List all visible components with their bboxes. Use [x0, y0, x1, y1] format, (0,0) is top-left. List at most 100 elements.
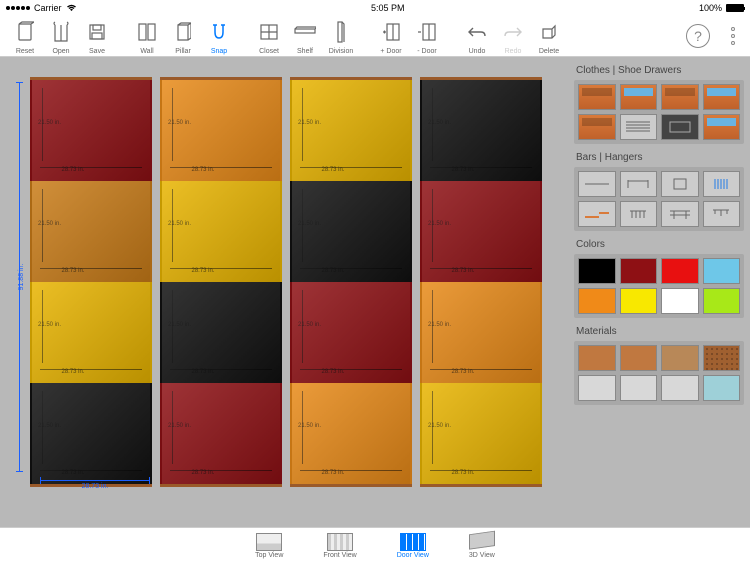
closet[interactable]: 21.50 in. 28.73 in. 21.50 in. 28.73 in. … — [30, 77, 560, 487]
door-panel[interactable]: 21.50 in. 28.73 in. — [160, 383, 282, 484]
front-view-icon — [327, 533, 353, 551]
door-width-label: 28.73 in. — [192, 268, 215, 274]
pillar-button[interactable]: Pillar — [166, 17, 200, 55]
door-width-label: 28.73 in. — [322, 268, 345, 274]
closet-button[interactable]: Closet — [252, 17, 286, 55]
door-height-label: 21.50 in. — [298, 221, 321, 227]
help-button[interactable]: ? — [686, 24, 710, 48]
shelf-button[interactable]: Shelf — [288, 17, 322, 55]
color-swatch[interactable] — [620, 258, 658, 284]
closet-column[interactable]: 21.50 in. 28.73 in. 21.50 in. 28.73 in. … — [420, 77, 542, 487]
material-swatch[interactable] — [620, 375, 658, 401]
door-panel[interactable]: 21.50 in. 28.73 in. — [30, 181, 152, 282]
bar-item[interactable] — [661, 201, 699, 227]
carrier-label: Carrier — [34, 3, 62, 13]
door-panel[interactable]: 21.50 in. 28.73 in. — [420, 282, 542, 383]
drawer-item[interactable] — [703, 84, 741, 110]
snap-button[interactable]: Snap — [202, 17, 236, 55]
bar-item[interactable] — [578, 171, 616, 197]
material-swatch[interactable] — [661, 345, 699, 371]
color-swatch[interactable] — [661, 288, 699, 314]
door-panel[interactable]: 21.50 in. 28.73 in. — [290, 80, 412, 181]
door-view-button[interactable]: Door View — [397, 533, 429, 559]
bar-item[interactable] — [620, 171, 658, 197]
3d-view-button[interactable]: 3D View — [469, 533, 495, 559]
wifi-icon — [66, 4, 77, 12]
wall-button[interactable]: Wall — [130, 17, 164, 55]
door-panel[interactable]: 21.50 in. 28.73 in. — [290, 383, 412, 484]
top-view-button[interactable]: Top View — [255, 533, 283, 559]
door-width-label: 28.73 in. — [192, 470, 215, 476]
bar-item[interactable] — [620, 201, 658, 227]
color-swatch[interactable] — [703, 258, 741, 284]
door-panel[interactable]: 21.50 in. 28.73 in. — [160, 282, 282, 383]
battery-icon — [726, 4, 744, 12]
color-swatch[interactable] — [578, 288, 616, 314]
bars-section-title: Bars | Hangers — [574, 148, 744, 167]
closet-column[interactable]: 21.50 in. 28.73 in. 21.50 in. 28.73 in. … — [160, 77, 282, 487]
bar-item[interactable] — [703, 171, 741, 197]
drawer-item[interactable] — [620, 114, 658, 140]
color-swatch[interactable] — [578, 258, 616, 284]
door-panel[interactable]: 21.50 in. 28.73 in. — [420, 80, 542, 181]
door-width-label: 28.73 in. — [192, 369, 215, 375]
canvas[interactable]: 91.88 in. 21.50 in. 28.73 in. 21.50 in. … — [0, 57, 570, 527]
door-panel[interactable]: 21.50 in. 28.73 in. — [30, 80, 152, 181]
material-swatch[interactable] — [703, 375, 741, 401]
door-panel[interactable]: 21.50 in. 28.73 in. — [30, 282, 152, 383]
door-height-label: 21.50 in. — [428, 120, 451, 126]
door-panel[interactable]: 21.50 in. 28.73 in. — [160, 80, 282, 181]
clock: 5:05 PM — [371, 3, 405, 13]
bar-item[interactable] — [578, 201, 616, 227]
drawer-item[interactable] — [661, 84, 699, 110]
door-height-label: 21.50 in. — [428, 423, 451, 429]
drawer-item[interactable] — [578, 84, 616, 110]
division-button[interactable]: Division — [324, 17, 358, 55]
bar-item[interactable] — [661, 171, 699, 197]
door-height-label: 21.50 in. — [298, 423, 321, 429]
door-width-label: 28.73 in. — [452, 167, 475, 173]
door-width-label: 28.73 in. — [452, 268, 475, 274]
drawer-item[interactable] — [703, 114, 741, 140]
front-view-button[interactable]: Front View — [323, 533, 356, 559]
door-width-label: 28.73 in. — [322, 470, 345, 476]
redo-button[interactable]: Redo — [496, 17, 530, 55]
door-panel[interactable]: 21.50 in. 28.73 in. — [420, 383, 542, 484]
drawer-item[interactable] — [620, 84, 658, 110]
color-swatch[interactable] — [661, 258, 699, 284]
plus-door-button[interactable]: + Door — [374, 17, 408, 55]
door-width-label: 28.73 in. — [192, 167, 215, 173]
door-height-label: 21.50 in. — [38, 423, 61, 429]
door-panel[interactable]: 21.50 in. 28.73 in. — [290, 181, 412, 282]
reset-button[interactable]: Reset — [8, 17, 42, 55]
undo-button[interactable]: Undo — [460, 17, 494, 55]
door-panel[interactable]: 21.50 in. 28.73 in. — [420, 181, 542, 282]
material-swatch[interactable] — [661, 375, 699, 401]
color-swatch[interactable] — [620, 288, 658, 314]
drawer-item[interactable] — [661, 114, 699, 140]
material-swatch[interactable] — [578, 375, 616, 401]
main-area: 91.88 in. 21.50 in. 28.73 in. 21.50 in. … — [0, 57, 750, 527]
material-swatch[interactable] — [620, 345, 658, 371]
color-swatch[interactable] — [703, 288, 741, 314]
bars-grid — [574, 167, 744, 231]
closet-column[interactable]: 21.50 in. 28.73 in. 21.50 in. 28.73 in. … — [290, 77, 412, 487]
top-view-icon — [256, 533, 282, 551]
width-dimension: 28.73 in. — [40, 475, 150, 487]
minus-door-button[interactable]: - Door — [410, 17, 444, 55]
closet-column[interactable]: 21.50 in. 28.73 in. 21.50 in. 28.73 in. … — [30, 77, 152, 487]
delete-button[interactable]: Delete — [532, 17, 566, 55]
door-panel[interactable]: 21.50 in. 28.73 in. — [290, 282, 412, 383]
door-panel[interactable]: 21.50 in. 28.73 in. — [160, 181, 282, 282]
door-width-label: 28.73 in. — [322, 369, 345, 375]
material-swatch[interactable] — [703, 345, 741, 371]
open-button[interactable]: Open — [44, 17, 78, 55]
materials-grid — [574, 341, 744, 405]
drawer-item[interactable] — [578, 114, 616, 140]
bar-item[interactable] — [703, 201, 741, 227]
door-panel[interactable]: 21.50 in. 28.73 in. — [30, 383, 152, 484]
more-menu-button[interactable] — [724, 27, 742, 45]
save-button[interactable]: Save — [80, 17, 114, 55]
material-swatch[interactable] — [578, 345, 616, 371]
height-dimension: 91.88 in. — [14, 82, 26, 472]
